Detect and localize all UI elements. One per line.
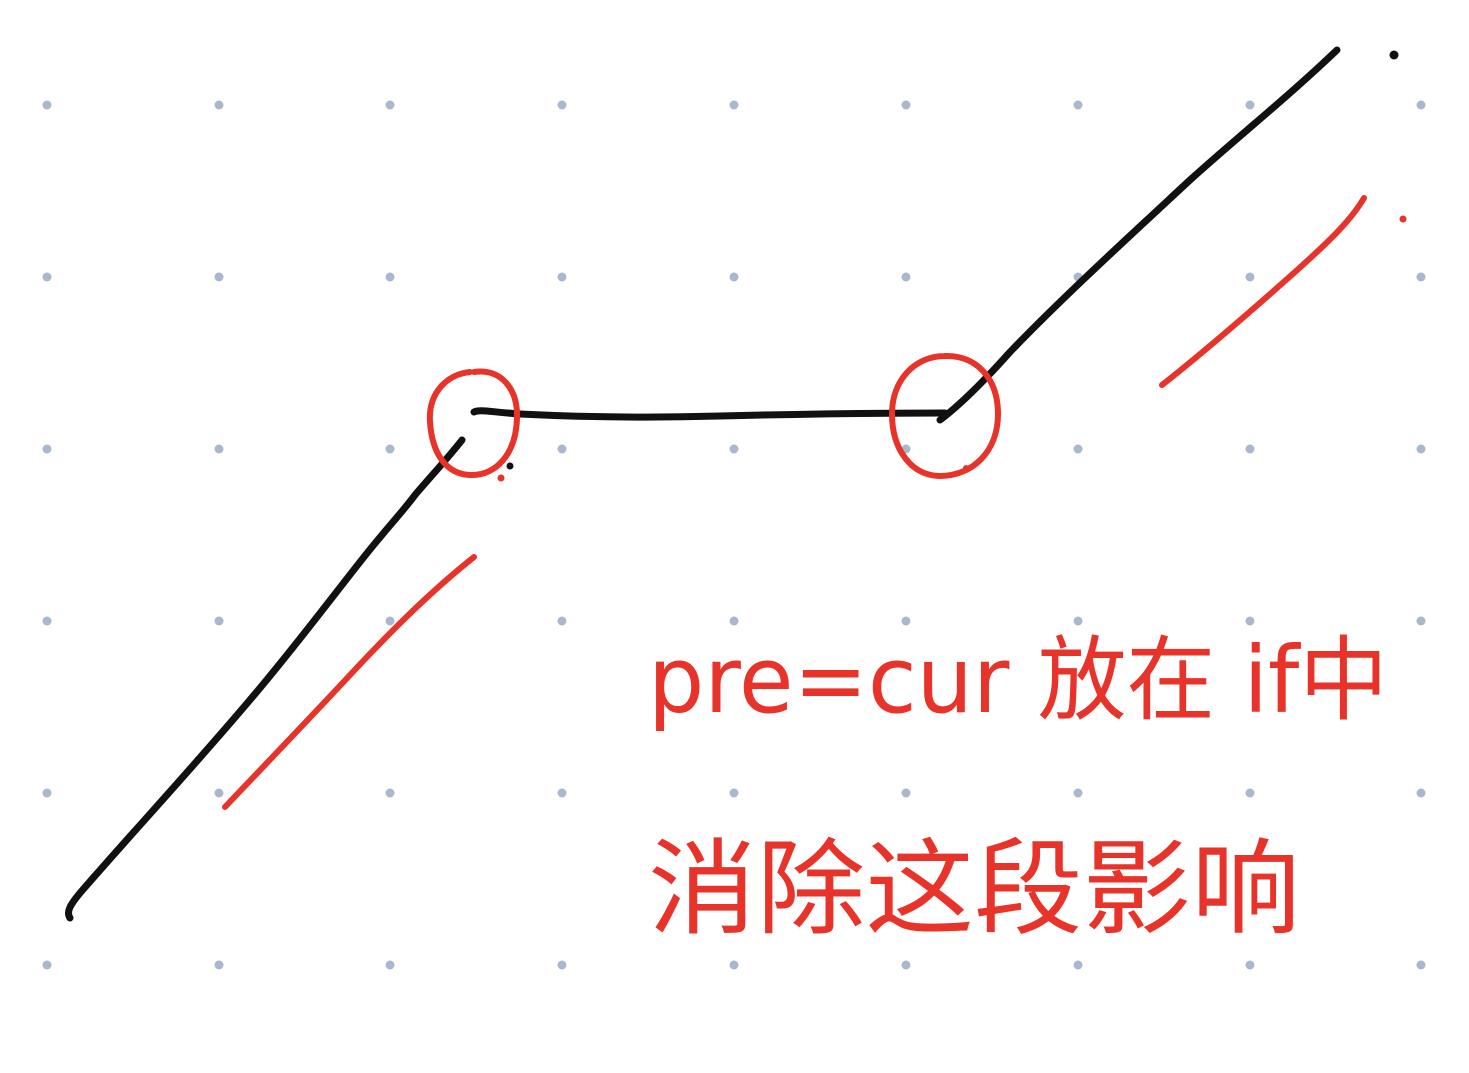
- sketch-canvas: pre=cur 放在 if中 消除这段影响: [42, 46, 1426, 970]
- grid-dot: [1073, 444, 1083, 454]
- grid-dot: [42, 960, 52, 970]
- grid-dot: [1245, 616, 1255, 626]
- red-dot-top-right: [1399, 215, 1407, 223]
- grid-dot: [1245, 788, 1255, 798]
- black-polyline-flat-segment: [470, 407, 949, 421]
- grid-dot: [901, 100, 911, 110]
- grid-dot: [42, 100, 52, 110]
- grid-dot: [1245, 100, 1255, 110]
- note-line-2: 消除这段影响: [648, 828, 1300, 950]
- grid-dot: [214, 100, 224, 110]
- grid-dot: [557, 960, 567, 970]
- grid-dot: [1416, 272, 1426, 282]
- black-dot-top-right: [1389, 50, 1399, 60]
- red-dot-right-joint: [963, 465, 969, 471]
- black-dot-left-joint: [506, 462, 514, 470]
- grid-dot: [214, 444, 224, 454]
- grid-dot: [1245, 444, 1255, 454]
- grid-dot: [729, 272, 739, 282]
- grid-dot: [385, 788, 395, 798]
- grid-dot: [729, 788, 739, 798]
- grid-dot: [1416, 788, 1426, 798]
- grid-dot: [42, 788, 52, 798]
- grid-dot: [557, 100, 567, 110]
- grid-dot: [214, 616, 224, 626]
- grid-dot: [1073, 960, 1083, 970]
- grid-dot: [385, 444, 395, 454]
- grid-dot: [729, 960, 739, 970]
- grid-dot: [557, 444, 567, 454]
- grid-dot: [42, 272, 52, 282]
- grid-dot: [1416, 100, 1426, 110]
- grid-dot: [557, 616, 567, 626]
- grid-dot: [901, 788, 911, 798]
- grid-dot: [1416, 960, 1426, 970]
- grid-dot: [385, 272, 395, 282]
- grid-dot: [729, 100, 739, 110]
- grid-dot: [901, 960, 911, 970]
- grid-dot: [214, 272, 224, 282]
- red-dot-left-joint: [497, 474, 505, 482]
- grid-dot: [214, 960, 224, 970]
- note-line-1: pre=cur 放在 if中: [648, 627, 1388, 734]
- black-polyline-left-slope: [64, 436, 466, 922]
- grid-dot: [1073, 616, 1083, 626]
- grid-dot: [901, 616, 911, 626]
- grid-dot: [1416, 444, 1426, 454]
- grid-dot: [1073, 100, 1083, 110]
- red-stroke-right-parallel: [1159, 195, 1367, 388]
- grid-dot: [557, 788, 567, 798]
- grid-dot: [1073, 788, 1083, 798]
- red-circle-left-joint: [426, 368, 521, 479]
- grid-dot: [1245, 272, 1255, 282]
- grid-dot: [729, 444, 739, 454]
- grid-dot: [385, 100, 395, 110]
- grid-dot: [42, 616, 52, 626]
- grid-dot: [901, 272, 911, 282]
- grid-dot: [385, 960, 395, 970]
- grid-dot: [42, 444, 52, 454]
- grid-dot: [729, 616, 739, 626]
- grid-dot: [557, 272, 567, 282]
- grid-dot: [1416, 616, 1426, 626]
- grid-dot: [385, 616, 395, 626]
- grid-dot: [214, 788, 224, 798]
- black-polyline-right-slope: [936, 46, 1341, 424]
- grid-dot: [1245, 960, 1255, 970]
